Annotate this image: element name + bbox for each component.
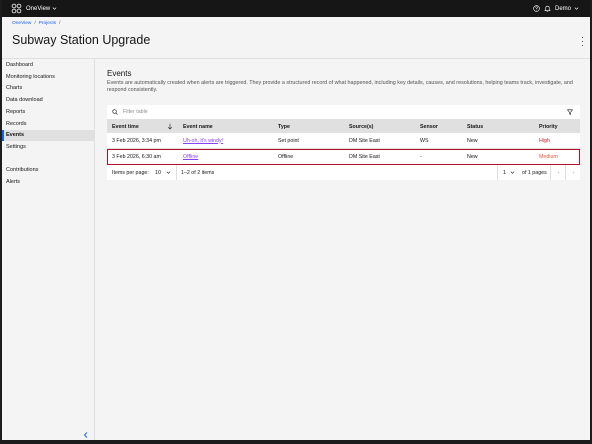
event-sensor: - <box>420 153 422 160</box>
column-header-priority[interactable]: Priority <box>539 120 558 133</box>
help-icon[interactable] <box>533 5 540 12</box>
column-header-event-time[interactable]: Event time <box>112 120 139 133</box>
breadcrumb-separator: / <box>59 21 61 26</box>
pagination-divider <box>497 165 498 180</box>
table-row[interactable]: 3 Feb 2026, 3:34 pm Uh-oh, it's windy! S… <box>107 133 580 149</box>
chevron-left-icon[interactable] <box>82 431 90 439</box>
sidebar-item-settings[interactable]: Settings <box>2 141 94 153</box>
column-header-status[interactable]: Status <box>467 120 483 133</box>
table-toolbar <box>107 105 580 120</box>
chevron-down-icon <box>52 7 57 10</box>
sidebar-item-monitoring-locations[interactable]: Monitoring locations <box>2 71 94 83</box>
breadcrumb-separator: / <box>34 21 36 26</box>
search-icon <box>112 109 118 115</box>
event-time: 3 Feb 2026, 3:34 pm <box>112 137 161 144</box>
event-type: Offline <box>278 153 294 160</box>
filter-table-input[interactable] <box>123 105 543 119</box>
table-row[interactable]: 3 Feb 2026, 6:30 am Offline Offline DM S… <box>107 149 580 165</box>
overflow-menu-icon[interactable] <box>580 37 585 46</box>
events-description: Events are automatically created when al… <box>107 80 573 93</box>
column-header-sources[interactable]: Source(s) <box>349 120 373 133</box>
page-count: of 1 pages <box>522 169 547 176</box>
sidebar-item-contributions[interactable]: Contributions <box>2 164 94 176</box>
column-header-sensor[interactable]: Sensor <box>420 120 438 133</box>
sidebar-item-data-download[interactable]: Data download <box>2 94 94 106</box>
event-name-link[interactable]: Uh-oh, it's windy! <box>183 133 223 148</box>
breadcrumb-projects[interactable]: Projects <box>39 21 56 26</box>
breadcrumb-oneview[interactable]: OneView <box>12 21 31 26</box>
items-per-page-select[interactable]: 10 <box>155 165 171 180</box>
breadcrumb: OneView / Projects / <box>12 21 60 26</box>
chevron-down-icon <box>510 171 515 174</box>
app-name: OneView <box>26 5 51 12</box>
sidebar-item-records[interactable]: Records <box>2 118 94 130</box>
column-header-type[interactable]: Type <box>278 120 290 133</box>
caret-left-icon <box>557 171 560 174</box>
event-status: New <box>467 153 478 160</box>
events-heading: Events <box>107 69 132 78</box>
caret-right-icon <box>572 171 575 174</box>
items-per-page-value: 10 <box>155 169 161 176</box>
event-name-link[interactable]: Offline <box>183 149 198 164</box>
next-page-button[interactable] <box>571 165 576 180</box>
event-priority: Medium <box>539 153 558 160</box>
oneview-logo-icon[interactable] <box>11 3 22 14</box>
app-switcher-button[interactable]: OneView <box>26 0 57 17</box>
bell-icon[interactable] <box>544 5 551 12</box>
items-per-page-label: Items per page: <box>112 169 149 176</box>
previous-page-button[interactable] <box>556 165 561 180</box>
pagination-divider <box>176 165 177 180</box>
events-table: Event time Event name Type Source(s) Sen… <box>107 105 580 180</box>
event-time: 3 Feb 2026, 6:30 am <box>112 153 161 160</box>
user-name: Demo <box>555 5 572 12</box>
chevron-down-icon <box>574 7 579 10</box>
sidebar-item-alerts[interactable]: Alerts <box>2 176 94 188</box>
sidebar-item-events[interactable]: Events <box>2 129 94 142</box>
user-menu-button[interactable]: Demo <box>555 0 579 17</box>
sidebar-secondary-nav: Contributions Alerts <box>2 164 94 188</box>
event-type: Set point <box>278 137 299 144</box>
table-pagination: Items per page: 10 1–2 of 2 items 1 of 1… <box>107 165 580 180</box>
sidebar-item-dashboard[interactable]: Dashboard <box>2 59 94 71</box>
sort-arrow-icon[interactable] <box>167 123 173 130</box>
sidebar-primary-nav: Dashboard Monitoring locations Charts Da… <box>2 59 94 153</box>
page-value: 1 <box>503 169 506 176</box>
pagination-divider <box>550 165 551 180</box>
pagination-divider <box>565 165 566 180</box>
page-select[interactable]: 1 <box>503 165 515 180</box>
event-source: DM Site East <box>349 137 380 144</box>
event-status: New <box>467 137 478 144</box>
items-range: 1–2 of 2 items <box>181 169 215 176</box>
sidebar: Dashboard Monitoring locations Charts Da… <box>2 59 95 444</box>
sidebar-item-charts[interactable]: Charts <box>2 83 94 95</box>
page-title: Subway Station Upgrade <box>12 33 151 47</box>
event-sensor: WS <box>420 137 429 144</box>
chevron-down-icon <box>166 171 171 174</box>
event-source: DM Site East <box>349 153 380 160</box>
column-header-event-name[interactable]: Event name <box>183 120 213 133</box>
filter-icon[interactable] <box>567 109 573 115</box>
event-priority: High <box>539 137 550 144</box>
top-bar: OneView Demo <box>0 0 592 17</box>
sidebar-item-reports[interactable]: Reports <box>2 106 94 118</box>
table-header-row: Event time Event name Type Source(s) Sen… <box>107 120 580 133</box>
